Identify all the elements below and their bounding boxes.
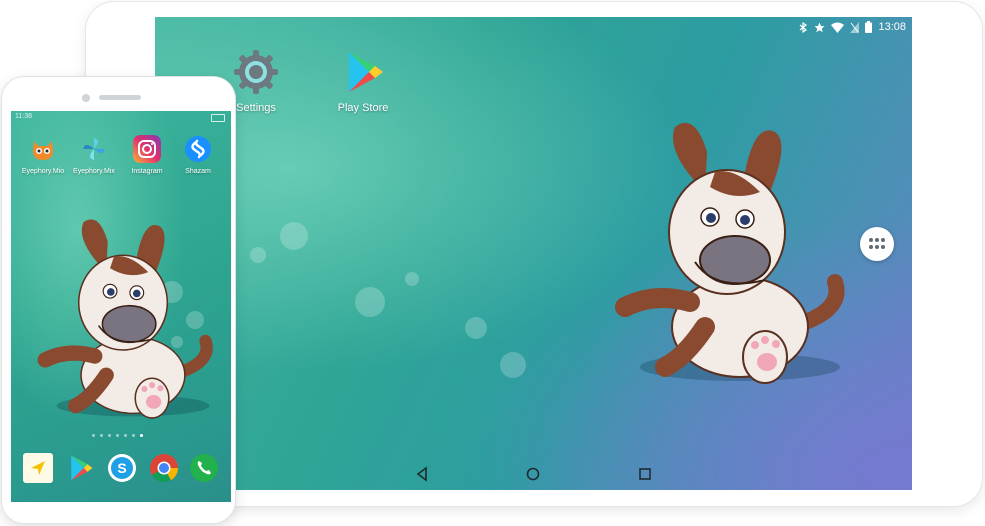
page-dot — [108, 434, 111, 437]
status-time: 13:08 — [878, 21, 906, 33]
app-drawer-icon — [869, 238, 885, 249]
app-label: Instagram — [131, 168, 163, 175]
gear-icon — [234, 50, 278, 94]
instagram-icon — [133, 135, 161, 163]
home-icon[interactable] — [523, 464, 543, 484]
phone-icon[interactable] — [189, 453, 219, 483]
battery-icon — [211, 114, 225, 122]
bokeh-bubble — [280, 222, 308, 250]
app-instagram[interactable]: Instagram — [120, 135, 174, 175]
cat-icon — [33, 141, 53, 160]
battery-icon — [865, 21, 873, 33]
app-shazam[interactable]: Shazam — [171, 135, 225, 175]
chrome-icon[interactable] — [149, 453, 179, 483]
bokeh-bubble — [355, 287, 385, 317]
app-eyephory-mix[interactable]: Eyephory.Mix — [67, 135, 121, 175]
no-sim-icon — [850, 21, 860, 33]
page-dot — [124, 434, 127, 437]
bokeh-bubble — [405, 272, 419, 286]
navigation-bar — [155, 464, 912, 484]
app-eyephory-mio[interactable]: Eyephory.Mio — [16, 135, 70, 175]
status-bar: 13:08 — [799, 19, 906, 35]
play-store-icon[interactable] — [65, 453, 95, 483]
shazam-icon — [185, 136, 211, 162]
phone-speaker — [99, 95, 141, 100]
bokeh-bubble — [250, 247, 266, 263]
bluetooth-icon — [800, 21, 808, 33]
app-label: Play Store — [337, 102, 389, 114]
pinwheel-icon — [83, 138, 105, 160]
page-dot — [116, 434, 119, 437]
svg-text:S: S — [117, 460, 126, 476]
play-store-icon — [349, 52, 383, 92]
phone-camera — [82, 94, 90, 102]
dog-illustration — [615, 122, 845, 384]
app-label: Shazam — [185, 168, 211, 175]
app-drawer-button[interactable] — [860, 227, 894, 261]
app-label: Eyephory.Mio — [21, 168, 65, 175]
wifi-icon — [831, 22, 845, 33]
page-dot — [132, 434, 135, 437]
app-label: Eyephory.Mix — [73, 168, 115, 175]
tablet-screen: 13:08 Settings Play Store — [155, 17, 912, 490]
bokeh-bubble — [500, 352, 526, 378]
star-icon — [814, 22, 825, 32]
recents-icon[interactable] — [635, 464, 655, 484]
phone-device: 11:38 Eyephory.Mio Eyephory.Mix Instagra… — [2, 77, 235, 523]
page-dot — [92, 434, 95, 437]
page-dot-active — [140, 434, 143, 437]
phone-screen: 11:38 Eyephory.Mio Eyephory.Mix Instagra… — [11, 111, 231, 502]
skype-icon[interactable]: S — [107, 453, 137, 483]
status-time: 11:38 — [15, 113, 32, 120]
dog-illustration — [37, 219, 213, 419]
status-bar: 11:38 — [11, 113, 231, 123]
back-icon[interactable] — [412, 464, 432, 484]
dock: S — [11, 453, 231, 485]
bokeh-bubble — [465, 317, 487, 339]
page-dot — [100, 434, 103, 437]
page-indicator[interactable] — [92, 434, 143, 438]
navigation-arrow-icon[interactable] — [23, 453, 53, 483]
app-play-store[interactable]: Play Store — [323, 48, 403, 114]
